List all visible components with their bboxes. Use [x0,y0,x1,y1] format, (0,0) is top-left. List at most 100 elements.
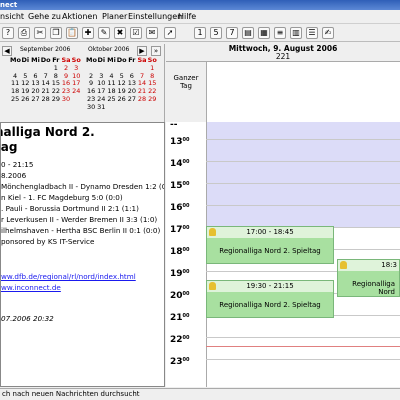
september-day-cell[interactable]: 19 [20,87,30,95]
edit-icon[interactable]: ✎ [98,27,110,39]
september-day-cell[interactable]: 5 [20,72,30,80]
october-day-cell[interactable]: 4 [106,72,116,80]
october-day-cell[interactable]: 16 [86,87,96,95]
october-day-cell[interactable]: 5 [117,72,127,80]
october-day-cell[interactable]: 10 [96,79,106,87]
october-day-cell[interactable]: 23 [86,95,96,103]
september-day-cell[interactable]: 1 [51,64,61,72]
note-icon[interactable]: ✉ [146,27,158,39]
october-day-cell[interactable]: 14 [137,79,147,87]
paste-icon[interactable]: 📋 [66,27,78,39]
day-view-icon[interactable]: 1 [194,27,206,39]
september-day-cell[interactable]: 8 [51,72,61,80]
month-view-icon[interactable]: ▦ [258,27,270,39]
october-day-cell[interactable]: 7 [137,72,147,80]
print-icon[interactable]: ⎙ [18,27,30,39]
week-view-icon[interactable]: 7 [226,27,238,39]
all-day-area[interactable] [206,62,400,122]
hour-label-20: 2000 [170,291,190,301]
september-day-cell[interactable]: 15 [51,79,61,87]
september-day-cell[interactable]: 13 [30,79,40,87]
september-day-cell[interactable]: 7 [41,72,51,80]
september-day-cell[interactable]: 2 [61,64,71,72]
october-day-cell[interactable]: 17 [96,87,106,95]
september-day-cell[interactable]: 29 [51,95,61,103]
event-1830[interactable]: 18:3 Regionalliga Nord [337,259,400,297]
september-day-cell[interactable]: 21 [41,87,51,95]
list-view-icon[interactable]: ≡ [274,27,286,39]
september-day-cell[interactable]: 10 [71,72,81,80]
september-day-cell[interactable]: 25 [10,95,20,103]
september-day-cell[interactable]: 26 [20,95,30,103]
october-day-cell[interactable]: 1 [147,64,157,72]
timeline-view-icon[interactable]: ▥ [290,27,302,39]
event-1700[interactable]: 17:00 - 18:45 Regionalliga Nord 2. Spiel… [206,226,334,264]
next-days-view-icon[interactable]: ▤ [242,27,254,39]
menu-einstellungen[interactable]: Einstellungen [128,12,182,21]
october-day-cell[interactable]: 3 [96,72,106,80]
october-day-cell[interactable]: 26 [117,95,127,103]
next-month-button[interactable]: ▶ [137,46,147,56]
october-day-cell[interactable]: 30 [86,103,96,111]
october-day-cell[interactable]: 9 [86,79,96,87]
menu-aktionen[interactable]: Aktionen [62,12,97,21]
october-day-cell[interactable]: 2 [86,72,96,80]
cut-icon[interactable]: ✂ [34,27,46,39]
prev-month-button[interactable]: ◀ [2,46,12,56]
october-day-cell[interactable]: 27 [127,95,137,103]
help-icon[interactable]: ? [2,27,14,39]
october-day-cell[interactable]: 24 [96,95,106,103]
september-day-cell[interactable]: 24 [71,87,81,95]
september-day-cell[interactable]: 12 [20,79,30,87]
menu-gehe-zu[interactable]: Gehe zu [28,12,61,21]
inconnect-link[interactable]: ww.inconnect.de [1,283,61,292]
september-day-cell[interactable]: 22 [51,87,61,95]
september-day-cell[interactable]: 17 [71,79,81,87]
october-day-cell[interactable]: 8 [147,72,157,80]
next-year-button[interactable]: » [151,46,161,56]
september-day-cell[interactable]: 4 [10,72,20,80]
september-day-cell[interactable]: 9 [61,72,71,80]
workweek-view-icon[interactable]: 5 [210,27,222,39]
october-day-cell[interactable]: 28 [137,95,147,103]
october-day-cell[interactable]: 15 [147,79,157,87]
october-day-cell[interactable]: 18 [106,87,116,95]
september-day-cell[interactable]: 18 [10,87,20,95]
journal-view-icon[interactable]: ✍ [322,27,334,39]
copy-icon[interactable]: ❐ [50,27,62,39]
september-day-cell[interactable]: 14 [41,79,51,87]
event-1930[interactable]: 19:30 - 21:15 Regionalliga Nord 2. Spiel… [206,280,334,318]
october-day-cell[interactable]: 19 [117,87,127,95]
new-event-icon[interactable]: ✚ [82,27,94,39]
september-day-cell[interactable]: 23 [61,87,71,95]
weekday-header: Mo [10,56,21,64]
october-day-cell[interactable]: 13 [127,79,137,87]
mail-icon[interactable]: ➚ [164,27,176,39]
todo-icon[interactable]: ☑ [130,27,142,39]
september-day-cell[interactable]: 30 [61,95,71,103]
menu-planer[interactable]: Planer [102,12,127,21]
september-day-cell[interactable]: 28 [41,95,51,103]
todo-list-view-icon[interactable]: ☰ [306,27,318,39]
menu-hilfe[interactable]: Hilfe [178,12,196,21]
september-day-cell[interactable]: 20 [30,87,40,95]
october-day-cell[interactable]: 21 [137,87,147,95]
september-day-cell[interactable]: 27 [30,95,40,103]
delete-icon[interactable]: ✖ [114,27,126,39]
october-day-cell[interactable]: 20 [127,87,137,95]
october-day-cell[interactable]: 6 [127,72,137,80]
october-day-cell[interactable]: 25 [106,95,116,103]
hour-label-22: 2200 [170,335,190,345]
october-day-cell[interactable]: 31 [96,103,106,111]
september-day-cell[interactable]: 3 [71,64,81,72]
october-day-cell[interactable]: 11 [106,79,116,87]
dfb-link[interactable]: ww.dfb.de/regional/rl/nord/index.html [1,272,136,281]
hour-label-13: 1300 [170,137,190,147]
october-day-cell[interactable]: 29 [147,95,157,103]
september-day-cell[interactable]: 16 [61,79,71,87]
september-day-cell[interactable]: 6 [30,72,40,80]
october-day-cell[interactable]: 22 [147,87,157,95]
september-day-cell[interactable]: 11 [10,79,20,87]
october-day-cell[interactable]: 12 [117,79,127,87]
menu-ansicht[interactable]: nsicht [0,12,24,21]
